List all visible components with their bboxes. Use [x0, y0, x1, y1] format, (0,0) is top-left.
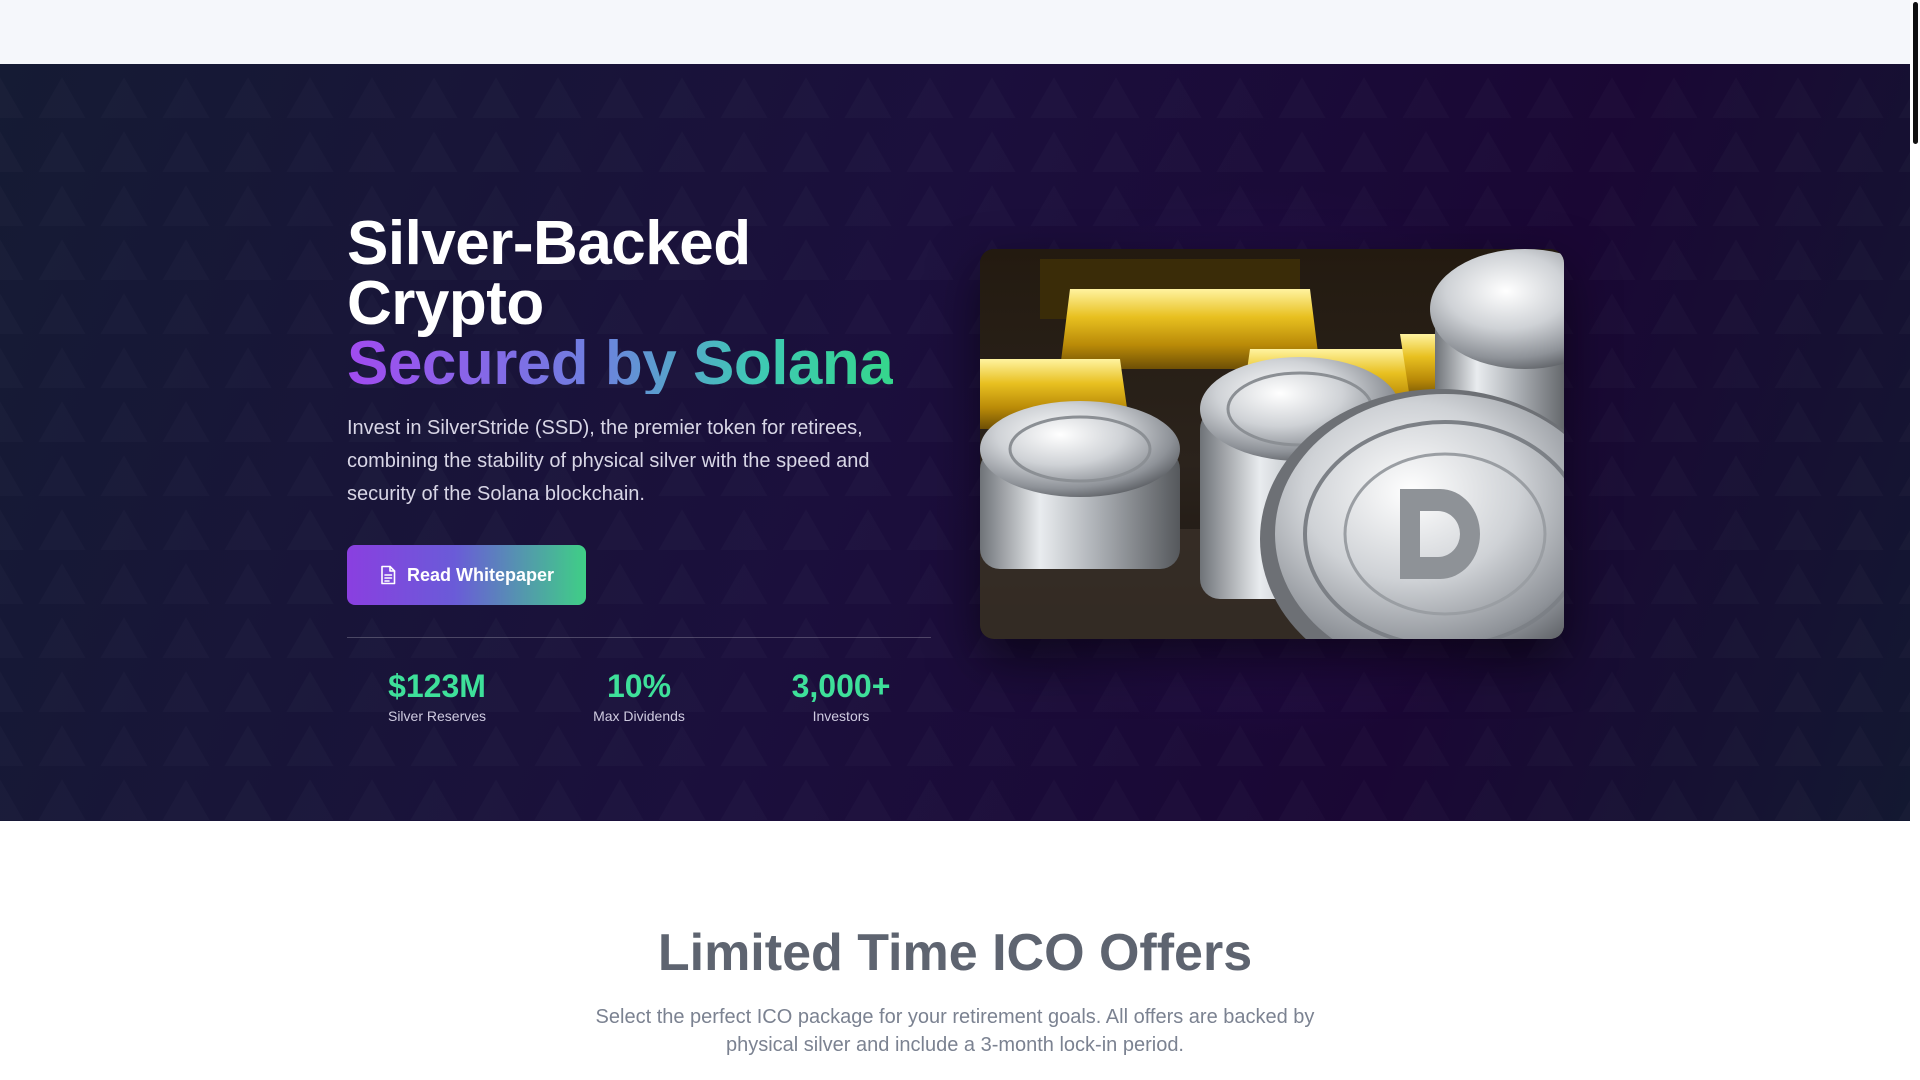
- silver-coins-image: [980, 249, 1564, 639]
- hero-title-line1: Silver-Backed: [347, 209, 751, 278]
- stat-value: $123M: [388, 668, 486, 704]
- page: Silver-Backed Crypto Secured by Solana I…: [0, 0, 1920, 1080]
- offers-title: Limited Time ICO Offers: [657, 924, 1253, 982]
- stat-silver-reserves: $123M Silver Reserves: [347, 668, 527, 726]
- scrollbar-thumb[interactable]: [1913, 2, 1918, 144]
- stat-value: 3,000+: [791, 668, 891, 704]
- hero-description: Invest in SilverStride (SSD), the premie…: [347, 417, 870, 505]
- stat-label: Investors: [812, 708, 870, 724]
- hero-title: Silver-Backed Crypto Secured by Solana: [347, 209, 937, 398]
- hero-title-line2: Crypto: [347, 269, 544, 338]
- read-whitepaper-button[interactable]: Read Whitepaper: [347, 545, 587, 605]
- hero-section: Silver-Backed Crypto Secured by Solana I…: [0, 64, 1910, 821]
- document-icon: [381, 565, 396, 585]
- stat-label: Silver Reserves: [387, 708, 487, 724]
- silver-coins-illustration: [980, 249, 1564, 639]
- stat-investors: 3,000+ Investors: [751, 668, 931, 726]
- stats-divider: [347, 637, 931, 638]
- hero-stats: $123M Silver Reserves 10% Max Dividends …: [347, 668, 931, 728]
- read-whitepaper-label: Read Whitepaper: [407, 564, 555, 585]
- page-scrollbar[interactable]: [1910, 0, 1920, 1080]
- offers-subtitle: Select the perfect ICO package for your …: [595, 1006, 1315, 1056]
- top-navbar: [0, 0, 1910, 64]
- stat-label: Max Dividends: [593, 708, 685, 724]
- stat-max-dividends: 10% Max Dividends: [549, 668, 729, 726]
- hero-content: Silver-Backed Crypto Secured by Solana I…: [347, 209, 937, 605]
- hero-title-highlight: Secured by Solana: [347, 329, 894, 398]
- stat-value: 10%: [606, 668, 672, 704]
